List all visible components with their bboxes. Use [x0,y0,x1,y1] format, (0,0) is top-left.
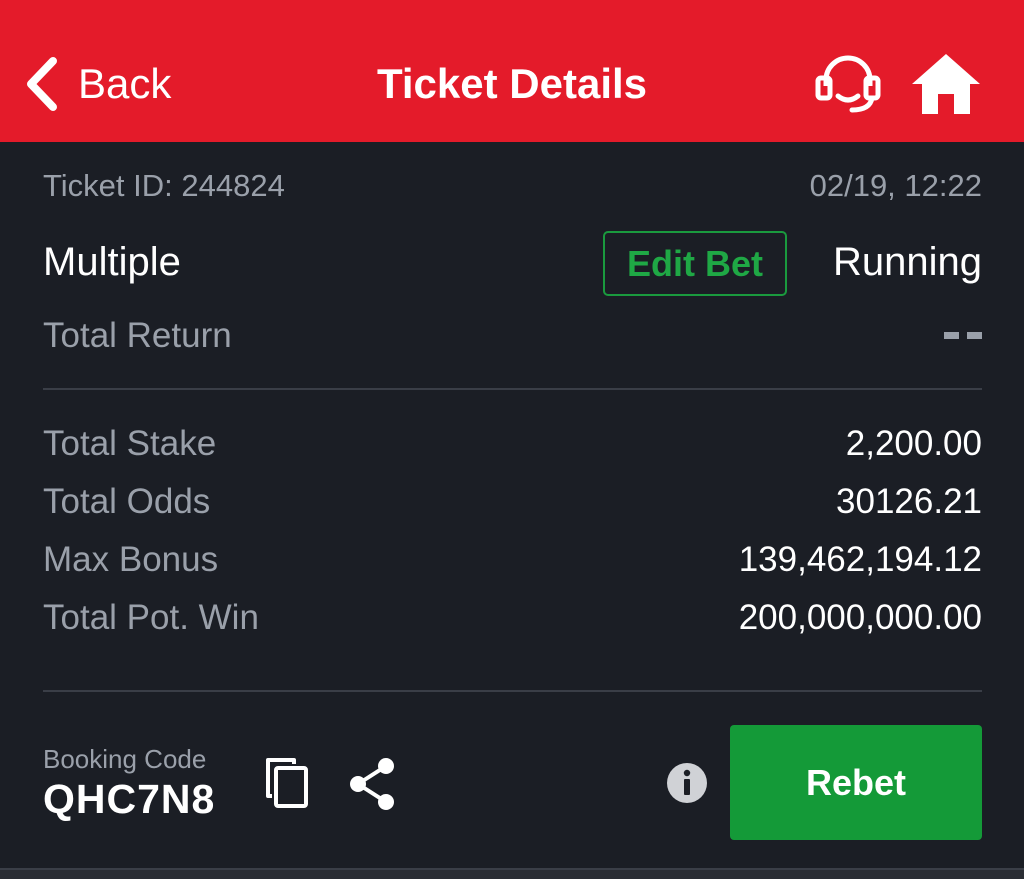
summary-label: Total Pot. Win [43,598,259,637]
ticket-id: Ticket ID: 244824 [43,168,285,203]
summary-row: Total Pot. Win 200,000,000.00 [43,598,982,638]
summary-value: 30126.21 [836,482,982,521]
ticket-datetime: 02/19, 12:22 [809,168,982,203]
rebet-button[interactable]: Rebet [730,725,982,840]
bet-type-row: Multiple [43,240,343,285]
divider [43,388,982,390]
summary-row: Total Stake 2,200.00 [43,424,982,464]
summary-label: Max Bonus [43,540,219,579]
total-return-value [944,332,982,340]
copy-icon[interactable] [262,756,310,810]
home-icon[interactable] [908,50,984,118]
share-icon[interactable] [346,756,398,812]
edit-bet-button[interactable]: Edit Bet [603,231,787,296]
summary-label: Total Odds [43,482,211,521]
bottom-divider [0,868,1024,879]
bet-type: Multiple [43,240,181,284]
summary-value: 2,200.00 [845,424,982,463]
total-return-label: Total Return [43,316,232,355]
divider [43,690,982,692]
info-icon[interactable] [666,762,708,804]
booking-code-label: Booking Code [43,744,207,774]
top-bar: Back Ticket Details [0,0,1024,142]
headset-icon[interactable] [812,50,884,118]
summary-row: Max Bonus 139,462,194.12 [43,540,982,580]
booking-code: QHC7N8 [43,776,216,822]
status-badge: Running [832,240,982,284]
summary-row: Total Odds 30126.21 [43,482,982,522]
ticket-meta-row: Ticket ID: 244824 02/19, 12:22 [43,168,982,204]
total-return-row: Total Return [43,316,982,356]
summary-value: 200,000,000.00 [738,598,982,637]
summary-label: Total Stake [43,424,217,463]
summary-value: 139,462,194.12 [738,540,982,579]
